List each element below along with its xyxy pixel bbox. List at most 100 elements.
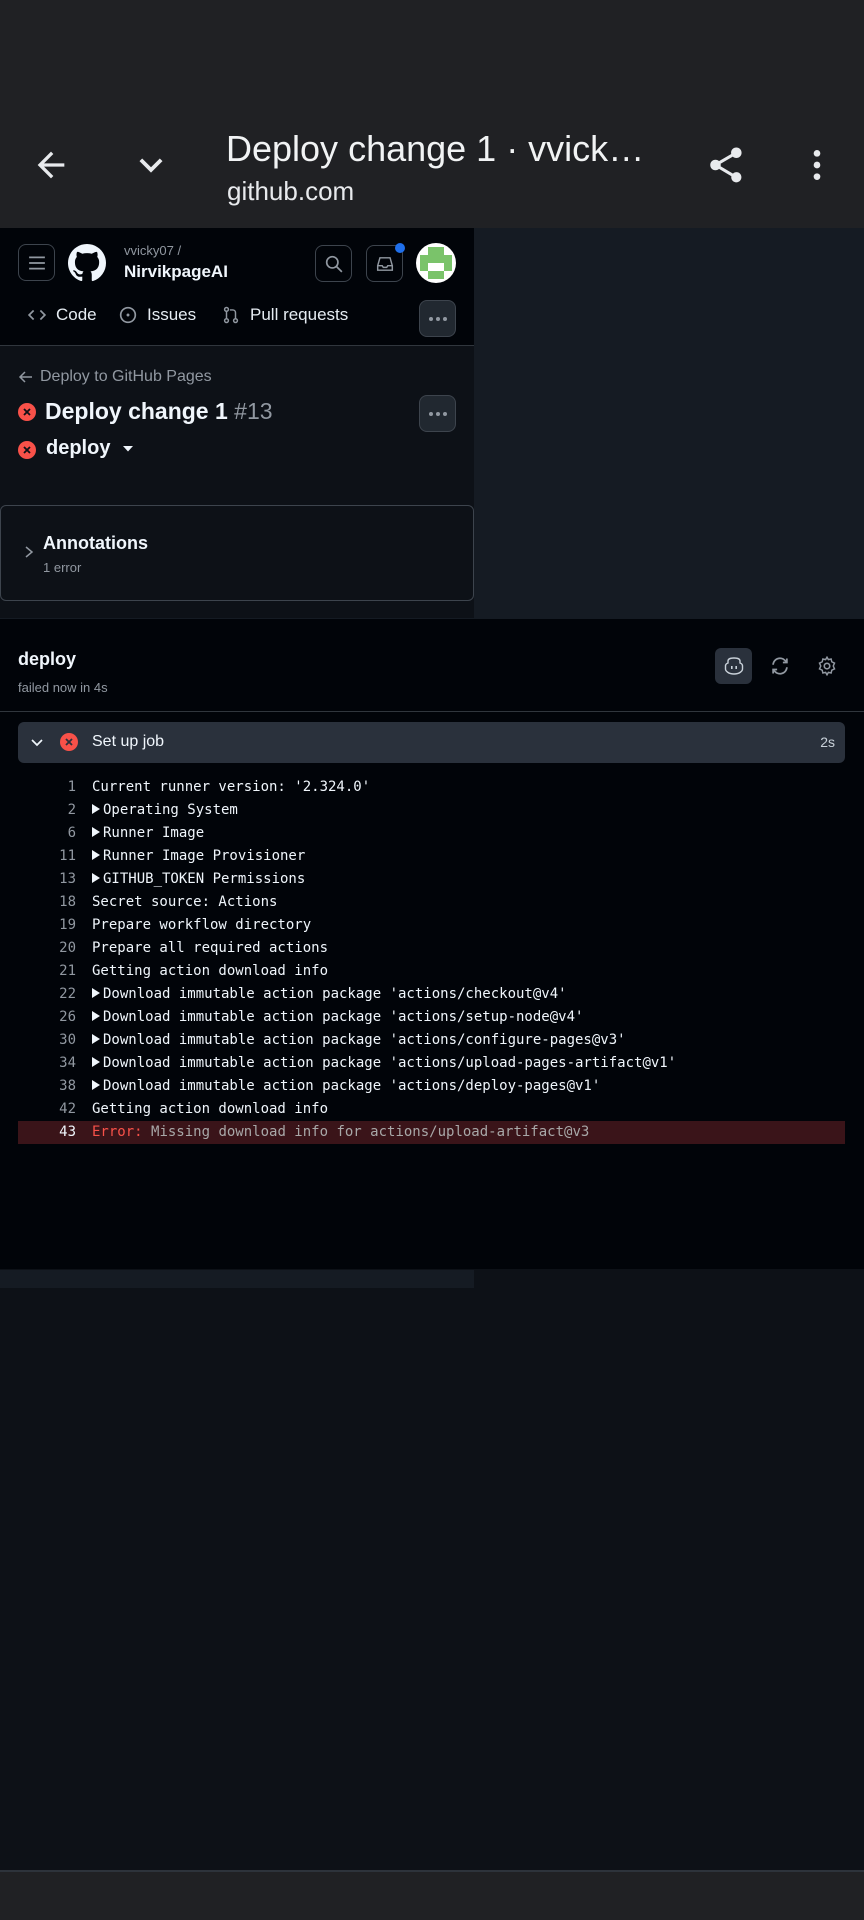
repo-owner[interactable]: vvicky07 / [124,243,181,258]
step-header-set-up-job[interactable]: Set up job 2s [18,722,845,763]
arrow-left-icon [18,371,32,383]
triangle-right-icon[interactable] [92,1080,100,1090]
menu-button[interactable] [18,244,55,281]
log-line: 1 Current runner version: '2.324.0' [18,776,845,799]
log-group-line[interactable]: 11 Runner Image Provisioner [18,845,845,868]
triangle-right-icon[interactable] [92,988,100,998]
log-text: Prepare workflow directory [92,917,311,933]
inbox-icon [376,256,393,271]
triangle-right-icon[interactable] [92,1034,100,1044]
line-number[interactable]: 21 [16,963,76,979]
triangle-right-icon[interactable] [92,850,100,860]
line-number[interactable]: 38 [16,1078,76,1094]
annotations-card[interactable]: Annotations 1 error [0,505,474,601]
triangle-right-icon[interactable] [92,1057,100,1067]
log-group-line[interactable]: 30 Download immutable action package 'act… [18,1029,845,1052]
line-number[interactable]: 18 [16,894,76,910]
github-logo-icon[interactable] [68,244,106,282]
log-group-line[interactable]: 26 Download immutable action package 'act… [18,1006,845,1029]
log-group-line[interactable]: 2 Operating System [18,799,845,822]
triangle-right-icon[interactable] [92,873,100,883]
tab-issues[interactable]: Issues [119,305,196,325]
notification-dot [395,243,405,253]
log-text-content: Download immutable action package 'actio… [103,1032,626,1048]
line-number[interactable]: 13 [16,871,76,887]
log-text-content: Download immutable action package 'actio… [103,986,567,1002]
log-line: 20 Prepare all required actions [18,937,845,960]
log-text: Prepare all required actions [92,940,328,956]
line-number[interactable]: 30 [16,1032,76,1048]
git-pull-request-icon [223,306,239,324]
line-number[interactable]: 6 [16,825,76,841]
triangle-right-icon[interactable] [92,804,100,814]
system-navigation-bar [0,1872,864,1920]
triangle-down-icon [123,445,134,451]
more-vert-icon[interactable] [792,140,842,190]
log-text: Download immutable action package 'actio… [92,1055,676,1071]
log-text: Download immutable action package 'actio… [92,1032,626,1048]
share-icon[interactable] [701,140,751,190]
copilot-icon [724,657,743,675]
error-message: Missing download info for actions/upload… [151,1124,590,1140]
back-arrow-icon[interactable] [26,140,76,190]
annotations-count: 1 error [43,560,82,575]
tab-label: Code [56,305,97,324]
settings-button[interactable] [808,648,845,684]
run-more-button[interactable] [419,395,456,432]
chevron-down-icon [31,739,43,747]
log-text: Current runner version: '2.324.0' [92,779,370,795]
triangle-right-icon[interactable] [92,827,100,837]
log-text: Getting action download info [92,1101,328,1117]
job-name: deploy [18,649,77,669]
line-number[interactable]: 43 [16,1124,76,1140]
gear-icon [818,656,835,676]
log-group-line[interactable]: 13 GITHUB_TOKEN Permissions [18,868,845,891]
log-text: Download immutable action package 'actio… [92,1078,600,1094]
tab-pull-requests[interactable]: Pull requests [222,305,348,325]
job-select-dropdown[interactable]: deploy [46,437,134,460]
log-group-line[interactable]: 34 Download immutable action package 'act… [18,1052,845,1075]
tab-label: Issues [147,305,197,324]
line-number[interactable]: 42 [16,1101,76,1117]
avatar[interactable] [416,243,456,283]
log-text: Secret source: Actions [92,894,277,910]
back-link-label: Deploy to GitHub Pages [40,368,212,385]
log-text-content: Runner Image Provisioner [103,848,306,864]
search-button[interactable] [315,245,352,282]
log-group-line[interactable]: 38 Download immutable action package 'act… [18,1075,845,1098]
tab-code[interactable]: Code [28,305,97,325]
log-text-content: Prepare all required actions [92,940,329,956]
line-number[interactable]: 22 [16,986,76,1002]
log-text-content: Runner Image [103,825,205,841]
line-number[interactable]: 26 [16,1009,76,1025]
x-circle-fill-icon [18,403,36,421]
line-number[interactable]: 20 [16,940,76,956]
log-line: 21 Getting action download info [18,960,845,983]
refresh-button[interactable] [761,648,798,684]
log-group-line[interactable]: 6 Runner Image [18,822,845,845]
line-number[interactable]: 19 [16,917,76,933]
error-label: Error: [92,1124,143,1140]
x-circle-fill-icon [18,441,36,459]
copilot-button[interactable] [715,648,752,684]
line-number[interactable]: 1 [16,779,76,795]
log-group-line[interactable]: 22 Download immutable action package 'act… [18,983,845,1006]
log-text-content: GITHUB_TOKEN Permissions [103,871,306,887]
line-number[interactable]: 11 [16,848,76,864]
log-text-content: Getting action download info [92,1101,329,1117]
triangle-right-icon[interactable] [92,1011,100,1021]
run-title: Deploy change 1 [45,398,228,424]
line-number[interactable]: 2 [16,802,76,818]
more-tabs-button[interactable] [419,300,456,337]
log-text: Getting action download info [92,963,328,979]
line-number[interactable]: 34 [16,1055,76,1071]
horizontal-scrollbar[interactable] [0,1270,474,1288]
kebab-horizontal-icon [428,316,447,321]
step-name: Set up job [92,733,165,750]
back-to-workflow-link[interactable]: Deploy to GitHub Pages [18,368,212,386]
log-text: Runner Image [92,825,204,841]
log-text-content: Download immutable action package 'actio… [103,1078,601,1094]
repo-name[interactable]: NirvikpageAI [124,262,228,282]
log-line: 18 Secret source: Actions [18,891,845,914]
chevron-down-icon[interactable] [126,140,176,190]
